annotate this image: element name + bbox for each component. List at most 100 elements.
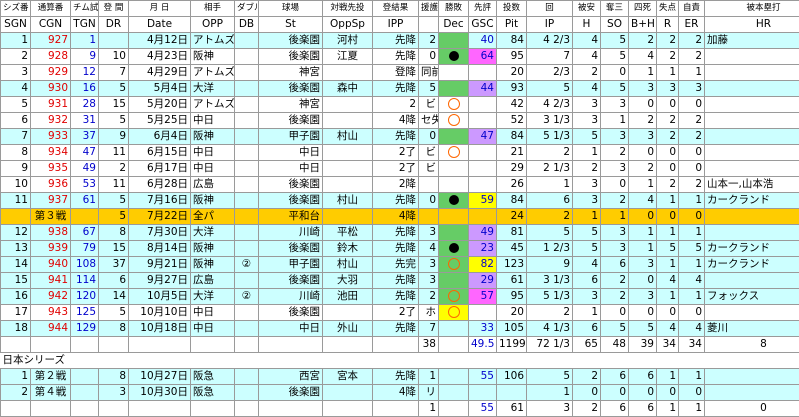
gsc-cell: [468, 96, 497, 113]
gsc-cell: [468, 112, 497, 129]
sgn-cell: 8: [0, 144, 31, 161]
header-cell: 登結果: [372, 0, 419, 17]
ip-cell: 5: [526, 368, 573, 385]
ip-cell: 5 1/3: [526, 128, 573, 145]
ip-cell: 2 1/3: [526, 160, 573, 177]
date-cell: 6月17日: [128, 160, 191, 177]
db-cell: [234, 96, 259, 113]
table-row: 4 930 16 5 5月4日 大洋 後楽園 森中 先降 5 44 93 5 4 5 3 3 3: [0, 80, 799, 97]
tgn-cell: 9: [70, 48, 99, 65]
pitches-cell: 29: [496, 160, 527, 177]
win-circle-icon: [447, 146, 460, 158]
db-cell: [234, 48, 259, 65]
pitches-cell: 81: [496, 224, 527, 241]
ip-cell: 1 2/3: [526, 240, 573, 257]
db-cell: [234, 208, 259, 225]
db-cell: ②: [234, 256, 259, 273]
support-cell: 同前: [418, 64, 439, 81]
cgn-cell: 940: [30, 256, 71, 273]
hr-cell: 菱川: [704, 320, 799, 337]
bh-cell: 0: [628, 144, 657, 161]
bh-cell: 1: [628, 64, 657, 81]
bh-cell: 3: [628, 288, 657, 305]
stadium-cell: 川崎: [258, 288, 323, 305]
bh-cell: 4: [628, 48, 657, 65]
gsc-cell: [468, 384, 497, 401]
win-circle-icon: [447, 258, 460, 270]
dr-cell: 11: [98, 144, 129, 161]
total-support: 1: [418, 400, 439, 417]
table-body: シズ番通算番チム試登 間月 日相手ダブル球場対戦先投登結果援護勝敗先評投数回被安…: [0, 0, 799, 417]
win-circle-icon: [447, 306, 460, 318]
runs-cell: 0: [656, 96, 679, 113]
hits-cell: 6: [572, 272, 601, 289]
gsc-cell: [468, 208, 497, 225]
total-er: 34: [678, 336, 705, 353]
bh-cell: 0: [628, 272, 657, 289]
table-row: 38 49.5 1199 72 1/3 65 48 39 34 34 8: [0, 336, 799, 353]
support-cell: 3: [418, 256, 439, 273]
dr-cell: 14: [98, 288, 129, 305]
bh-cell: 0: [628, 208, 657, 225]
support-cell: [418, 176, 439, 193]
hits-cell: 4: [572, 48, 601, 65]
stadium-cell: 甲子園: [258, 256, 323, 273]
header-cell: R: [656, 16, 679, 33]
so-cell: 0: [600, 384, 629, 401]
runs-cell: 2: [656, 112, 679, 129]
opp-starter-cell: [322, 176, 373, 193]
ip-cell: 3 1/3: [526, 272, 573, 289]
pitches-cell: 105: [496, 320, 527, 337]
date-cell: 5月4日: [128, 80, 191, 97]
hits-cell: 5: [572, 224, 601, 241]
opp-starter-cell: 大羽: [322, 272, 373, 289]
support-cell: リ: [418, 384, 439, 401]
db-cell: [234, 128, 259, 145]
header-cell: St: [258, 16, 323, 33]
runs-cell: 2: [656, 176, 679, 193]
hits-cell: 3: [572, 288, 601, 305]
header-cell: 援護: [418, 0, 439, 17]
header-cell: CGN: [30, 16, 71, 33]
cgn-cell: 942: [30, 288, 71, 305]
header-cell: 勝敗: [438, 0, 469, 17]
bh-cell: 2: [628, 160, 657, 177]
opp-cell: 阪神: [190, 128, 235, 145]
runs-cell: 1: [656, 192, 679, 209]
dr-cell: 5: [98, 112, 129, 129]
sgn-cell: 9: [0, 160, 31, 177]
ip-cell: 6: [526, 192, 573, 209]
decision-cell: [438, 368, 469, 385]
tgn-cell: 28: [70, 96, 99, 113]
cgn-cell: 930: [30, 80, 71, 97]
opp-cell: 広島: [190, 176, 235, 193]
total-cell: [322, 400, 373, 417]
header-cell: 回: [526, 0, 573, 17]
db-cell: [234, 80, 259, 97]
ip-cell: 7: [526, 48, 573, 65]
so-cell: 3: [600, 224, 629, 241]
table-row: 69323155月25日中日後楽園4降セ失523 1/331222: [0, 112, 799, 129]
cgn-cell: 第２戦: [30, 368, 71, 385]
er-cell: 4: [678, 272, 705, 289]
dr-cell: 6: [98, 272, 129, 289]
stadium-cell: 後楽園: [258, 112, 323, 129]
tgn-cell: 120: [70, 288, 99, 305]
opp-starter-cell: [322, 384, 373, 401]
ip-cell: 2: [526, 208, 573, 225]
cgn-cell: 931: [30, 96, 71, 113]
total-hits: 2: [572, 400, 601, 417]
sgn-cell: 15: [0, 272, 31, 289]
header-cell: Date: [128, 16, 191, 33]
stadium-cell: 後楽園: [258, 304, 323, 321]
gsc-cell: 64: [468, 48, 497, 65]
cgn-cell: 938: [30, 224, 71, 241]
bh-cell: 1: [628, 240, 657, 257]
stadium-cell: 後楽園: [258, 48, 323, 65]
header-cell: GSC: [468, 16, 497, 33]
opp-starter-cell: 池田: [322, 288, 373, 305]
cgn-cell: 935: [30, 160, 71, 177]
decision-cell: [438, 160, 469, 177]
tgn-cell: 1: [70, 32, 99, 49]
gsc-cell: [468, 64, 497, 81]
